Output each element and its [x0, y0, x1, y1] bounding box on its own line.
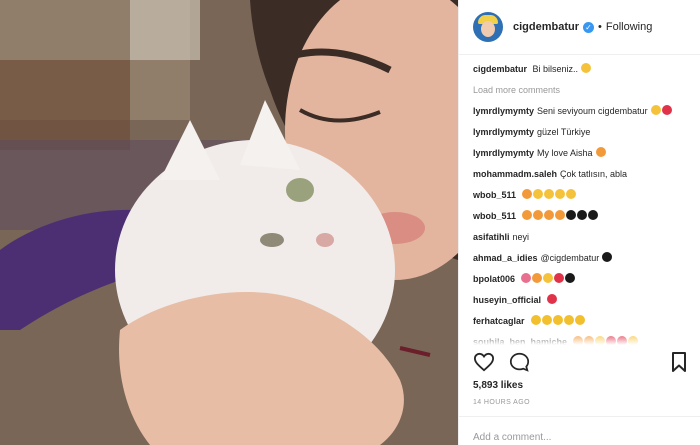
caption: cigdembatur Bi bilseniz..: [473, 62, 693, 76]
comment-icon[interactable]: [509, 352, 530, 372]
comment-text: güzel Türkiye: [537, 127, 591, 137]
cat-nose: [316, 233, 334, 247]
comment-row: lymrdlymymty My love Aisha: [473, 146, 693, 160]
load-more-comments-link[interactable]: Load more comments: [473, 83, 693, 97]
caption-username[interactable]: cigdembatur: [473, 64, 527, 74]
emoji-icon: [552, 315, 563, 325]
emoji-icon: [555, 189, 566, 199]
emoji-icon: [566, 189, 577, 199]
emoji-icon: [566, 210, 577, 220]
emoji-icon: [543, 273, 554, 283]
emoji-icon: [522, 210, 533, 220]
comment-text: My love Aisha: [537, 148, 593, 158]
emoji-icon: [544, 189, 555, 199]
likes-count[interactable]: 5,893 likes: [473, 380, 523, 391]
photo-illustration: [0, 0, 458, 445]
cat-eye-right: [286, 178, 314, 202]
following-button[interactable]: Following: [606, 21, 652, 33]
comments-list[interactable]: cigdembatur Bi bilseniz.. Load more comm…: [473, 62, 693, 345]
comment-username[interactable]: lymrdlymymty: [473, 106, 534, 116]
comment-emojis: [522, 189, 577, 199]
comment-username[interactable]: huseyin_official: [473, 295, 541, 305]
emoji-icon: [544, 210, 555, 220]
comment-username[interactable]: ahmad_a_idies: [473, 253, 538, 263]
comment-text: Çok tatlısın, abla: [560, 169, 628, 179]
add-comment-bar: [459, 416, 700, 445]
comment-username[interactable]: ferhatcaglar: [473, 316, 525, 326]
comment-username[interactable]: lymrdlymymty: [473, 148, 534, 158]
post-sidebar: cigdembatur ✓ • Following cigdembatur Bi…: [458, 0, 700, 445]
comment-row: bpolat006: [473, 272, 693, 286]
comment-username[interactable]: wbob_511: [473, 190, 516, 200]
header-separator: •: [598, 21, 602, 33]
comment-emojis: [522, 210, 599, 220]
comment-row: lymrdlymymty güzel Türkiye: [473, 125, 693, 139]
emoji-icon: [532, 273, 543, 283]
comment-row: wbob_511: [473, 188, 693, 202]
caption-text: Bi bilseniz..: [532, 64, 579, 74]
comment-username[interactable]: mohammadm.saleh: [473, 169, 557, 179]
comment-row: lymrdlymymty Seni seviyoum cigdembatur: [473, 104, 693, 118]
emoji-icon: [563, 315, 574, 325]
header-username[interactable]: cigdembatur: [513, 21, 579, 33]
emoji-icon: [533, 189, 544, 199]
comment-text: Seni seviyoum cigdembatur: [537, 106, 648, 116]
emoji-icon: [522, 189, 533, 199]
emoji-icon: [521, 273, 532, 283]
emoji-icon: [661, 105, 672, 115]
add-comment-input[interactable]: [473, 432, 673, 443]
emoji-icon: [595, 147, 606, 157]
emoji-icon: [574, 315, 585, 325]
avatar[interactable]: [473, 12, 503, 42]
comment-username[interactable]: wbob_511: [473, 211, 516, 221]
comment-row: wbob_511: [473, 209, 693, 223]
comment-text: @cigdembatur: [540, 253, 600, 263]
emoji-icon: [547, 294, 558, 304]
emoji-icon: [555, 210, 566, 220]
comment-emojis: [547, 294, 558, 304]
comment-items: lymrdlymymty Seni seviyoum cigdembatur lym…: [473, 104, 693, 345]
comment-emojis: [595, 147, 607, 157]
bookmark-icon[interactable]: [671, 352, 687, 372]
comment-row: huseyin_official: [473, 293, 693, 307]
action-bar: [473, 352, 530, 372]
emoji-icon: [533, 210, 544, 220]
emoji-icon: [530, 315, 541, 325]
comment-text: neyi: [512, 232, 530, 242]
emoji-icon: [541, 315, 552, 325]
heart-icon[interactable]: [473, 352, 495, 372]
comment-row: ferhatcaglar: [473, 314, 693, 328]
emoji-icon: [602, 252, 613, 262]
caption-emoji: [580, 63, 592, 73]
post-header: cigdembatur ✓ • Following: [459, 0, 700, 55]
avatar-face: [481, 21, 495, 37]
comment-row: mohammadm.saleh Çok tatlısın, abla: [473, 167, 693, 181]
comment-emojis: [602, 252, 613, 262]
emoji-icon: [577, 210, 588, 220]
window-light: [130, 0, 200, 60]
verified-badge-icon: ✓: [583, 21, 595, 33]
comment-username[interactable]: bpolat006: [473, 274, 515, 284]
cat-eye-left: [260, 233, 284, 247]
comment-row: asifatihli neyi: [473, 230, 693, 244]
comments-fade: [473, 331, 693, 345]
comment-row: ahmad_a_idies @cigdembatur: [473, 251, 693, 265]
comment-username[interactable]: asifatihli: [473, 232, 510, 242]
post-photo[interactable]: [0, 0, 458, 445]
emoji-icon: [588, 210, 599, 220]
emoji-icon: [565, 273, 576, 283]
comment-emojis: [521, 273, 576, 283]
emoji-icon: [554, 273, 565, 283]
comment-emojis: [650, 105, 673, 115]
comment-emojis: [530, 315, 586, 325]
furniture: [0, 60, 130, 150]
emoji-icon: [650, 105, 661, 115]
post-timestamp[interactable]: 14 HOURS AGO: [473, 399, 530, 406]
comment-username[interactable]: lymrdlymymty: [473, 127, 534, 137]
